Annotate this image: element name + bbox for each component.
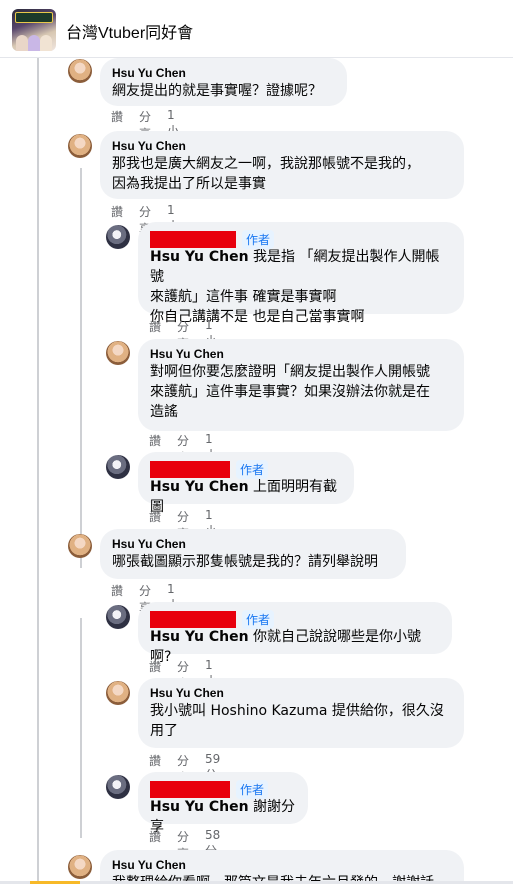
- mention-tag[interactable]: Hsu Yu Chen: [150, 799, 249, 815]
- character-icon: [16, 35, 28, 51]
- reply-thread-line: [80, 168, 82, 568]
- user-avatar[interactable]: [106, 455, 130, 479]
- mention-tag[interactable]: Hsu Yu Chen: [150, 629, 249, 645]
- user-avatar[interactable]: [106, 681, 130, 705]
- comment-bubble: Hsu Yu Chen 那我也是廣大網友之一啊，我說那帳號不是我的， 因為我提出…: [100, 131, 464, 199]
- group-banner-icon: [15, 12, 53, 23]
- redacted-author: [150, 781, 230, 798]
- user-avatar[interactable]: [106, 605, 130, 629]
- comment-author[interactable]: Hsu Yu Chen: [112, 536, 394, 552]
- redacted-author: [150, 461, 230, 478]
- comment-author[interactable]: Hsu Yu Chen: [150, 685, 452, 701]
- comment-author[interactable]: Hsu Yu Chen: [112, 138, 452, 154]
- group-header: 台灣Vtuber同好會: [0, 0, 513, 58]
- mention-tag[interactable]: Hsu Yu Chen: [150, 479, 249, 495]
- user-avatar[interactable]: [68, 59, 92, 83]
- author-row: 作者: [150, 779, 296, 799]
- comment-text: 我小號叫 Hoshino Kazuma 提供給你，很久沒 用了: [150, 703, 444, 739]
- comment-bubble: Hsu Yu Chen 對啊但你要怎麼證明「網友提出製作人開帳號 來護航」這件事…: [138, 339, 464, 431]
- user-avatar[interactable]: [68, 134, 92, 158]
- comment-text: 那我也是廣大網友之一啊，我說那帳號不是我的， 因為我提出了所以是事實: [112, 156, 420, 192]
- group-avatar-icon[interactable]: [12, 9, 56, 51]
- user-avatar[interactable]: [106, 341, 130, 365]
- comment-author[interactable]: Hsu Yu Chen: [112, 65, 335, 81]
- thread-line: [37, 58, 39, 884]
- group-title[interactable]: 台灣Vtuber同好會: [66, 19, 193, 43]
- comment-bubble: Hsu Yu Chen 我整理給你看啊，那篇文是我去年六月發的，謝謝話: [100, 850, 464, 884]
- user-avatar[interactable]: [68, 534, 92, 558]
- mention-tag[interactable]: Hsu Yu Chen: [150, 249, 249, 265]
- author-row: 作者: [150, 229, 452, 249]
- comment-bubble: Hsu Yu Chen 網友提出的就是事實喔？證據呢？: [100, 58, 347, 106]
- character-icon: [40, 35, 52, 51]
- reply-thread-line: [80, 618, 82, 838]
- author-row: 作者: [150, 609, 440, 629]
- comment-text: 對啊但你要怎麼證明「網友提出製作人開帳號 來護航」這件事是事實？如果沒辦法你就是…: [150, 364, 430, 420]
- comment-bubble: 作者 Hsu Yu Chen 我是指 「網友提出製作人開帳號 來護航」這件事 確…: [138, 222, 464, 325]
- comment-bubble: 作者 Hsu Yu Chen 上面明明有截圖: [138, 452, 354, 515]
- comment-text: 哪張截圖顯示那隻帳號是我的？請列舉說明: [112, 554, 378, 570]
- author-row: 作者: [150, 459, 342, 479]
- comment-author[interactable]: Hsu Yu Chen: [112, 857, 452, 873]
- redacted-author: [150, 231, 236, 248]
- comment-bubble: 作者 Hsu Yu Chen 你就自己說說哪些是你小號啊?: [138, 602, 452, 665]
- comment-author[interactable]: Hsu Yu Chen: [150, 346, 452, 362]
- redacted-author: [150, 611, 236, 628]
- comment-text: 網友提出的就是事實喔？證據呢？: [112, 83, 322, 99]
- comment-bubble: 作者 Hsu Yu Chen 謝謝分享: [138, 772, 308, 835]
- user-avatar[interactable]: [68, 855, 92, 879]
- comment-thread: Hsu Yu Chen 網友提出的就是事實喔？證據呢？ 讚 分享 1小時 Hsu…: [0, 58, 513, 884]
- character-icon: [28, 35, 40, 51]
- comment-bubble: Hsu Yu Chen 哪張截圖顯示那隻帳號是我的？請列舉說明: [100, 529, 406, 579]
- comment-bubble: Hsu Yu Chen 我小號叫 Hoshino Kazuma 提供給你，很久沒…: [138, 678, 464, 748]
- user-avatar[interactable]: [106, 775, 130, 799]
- comment-text: Hsu Yu Chen 我是指 「網友提出製作人開帳號 來護航」這件事 確實是事…: [150, 247, 452, 327]
- user-avatar[interactable]: [106, 225, 130, 249]
